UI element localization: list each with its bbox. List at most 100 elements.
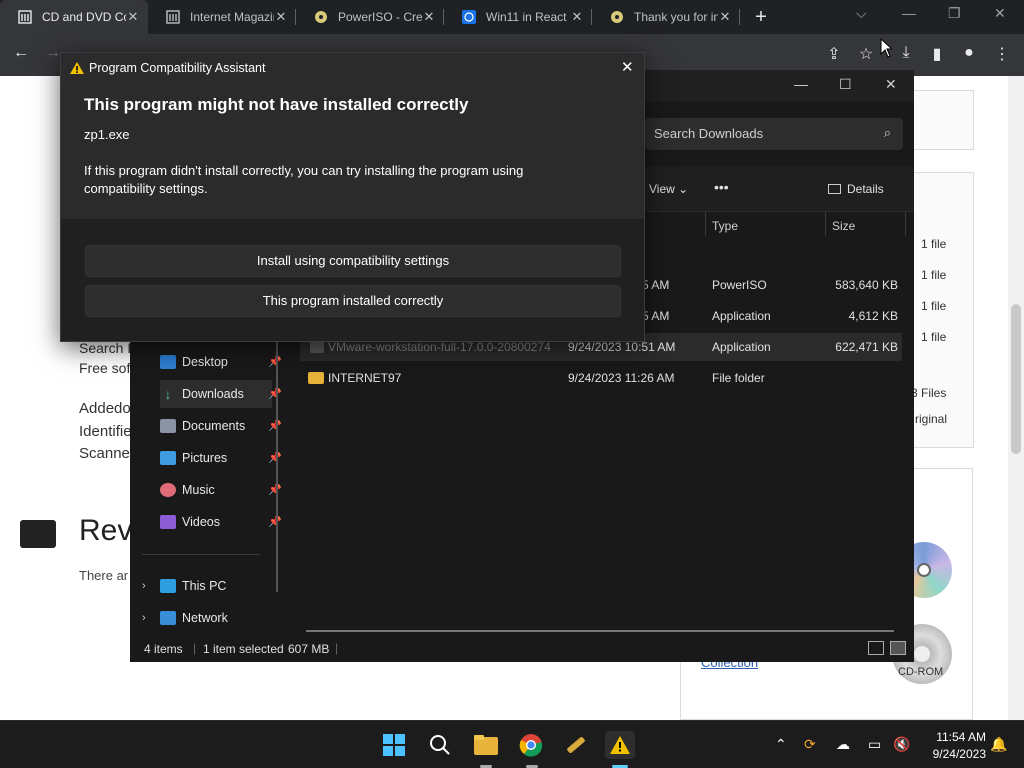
archive-icon: [166, 10, 180, 24]
nav-scrollbar[interactable]: [276, 340, 278, 592]
selected-count: 1 item selected: [203, 642, 284, 656]
tab-internet-magazine[interactable]: Internet Magazine ✕: [148, 0, 296, 34]
side-panel-icon[interactable]: ▮: [926, 44, 948, 64]
column-divider[interactable]: [825, 212, 826, 236]
nav-item-videos[interactable]: Videos📌: [160, 508, 282, 536]
nav-item-downloads[interactable]: ↓Downloads📌: [160, 380, 282, 408]
chrome-icon[interactable]: [517, 731, 545, 759]
file-date: 5 AM: [642, 278, 670, 292]
file-size: 622,471 KB: [835, 340, 898, 354]
sidebar-box: 1 file 1 file 1 file 1 file 3 Files rigi…: [911, 172, 974, 448]
file-type: Application: [712, 309, 771, 323]
clock-date[interactable]: 9/24/2023: [922, 747, 986, 761]
column-header-size[interactable]: Size: [832, 219, 855, 233]
nav-item-desktop[interactable]: Desktop📌: [160, 348, 282, 376]
install-compat-button[interactable]: Install using compatibility settings: [85, 245, 621, 277]
view-button[interactable]: View ⌄: [649, 182, 688, 196]
compatibility-dialog: Program Compatibility Assistant ✕ This p…: [60, 52, 645, 342]
page-text: Identifie: [79, 423, 132, 440]
file-count: 1 file: [921, 237, 947, 251]
videos-icon: [160, 515, 176, 529]
browser-tab-bar: CD and DVD Collection ✕ Internet Magazin…: [0, 0, 1024, 34]
program-name: zp1.exe: [84, 127, 130, 142]
download-icon[interactable]: ⤓: [895, 44, 917, 62]
chevron-up-icon[interactable]: ⌃: [775, 736, 787, 753]
mouse-cursor: [880, 37, 894, 61]
chevron-right-icon[interactable]: ›: [142, 580, 160, 592]
close-icon[interactable]: ✕: [126, 9, 140, 25]
restore-icon[interactable]: ❐: [948, 5, 961, 22]
search-placeholder: Search Downloads: [654, 126, 764, 141]
menu-icon[interactable]: ⋮: [991, 44, 1013, 64]
nav-item-documents[interactable]: Documents📌: [160, 412, 282, 440]
tab-thank-you[interactable]: Thank you for installing ✕: [592, 0, 740, 34]
installed-correctly-button[interactable]: This program installed correctly: [85, 285, 621, 317]
file-name: INTERNET97: [328, 371, 402, 385]
nav-item-pictures[interactable]: Pictures📌: [160, 444, 282, 472]
more-options-button[interactable]: •••: [714, 179, 729, 195]
profile-icon[interactable]: ●: [958, 44, 980, 62]
notification-bell-icon[interactable]: 🔔: [990, 736, 1007, 753]
warning-taskbar-icon[interactable]: [605, 731, 635, 759]
horizontal-scrollbar[interactable]: [306, 630, 894, 632]
tab-cd-dvd-collection[interactable]: CD and DVD Collection ✕: [0, 0, 148, 34]
maximize-icon[interactable]: ☐: [839, 76, 852, 93]
chevron-right-icon[interactable]: ›: [142, 612, 160, 624]
item-count: 4 items: [144, 642, 183, 656]
files-count: 3 Files: [911, 386, 947, 400]
chevron-down-icon[interactable]: ⌵: [856, 5, 867, 22]
star-icon[interactable]: ☆: [855, 44, 877, 64]
dialog-heading: This program might not have installed co…: [84, 95, 469, 114]
cdrom-label: CD-ROM: [898, 666, 944, 678]
column-header-type[interactable]: Type: [712, 219, 738, 233]
close-icon[interactable]: ✕: [621, 58, 634, 76]
nav-item-network[interactable]: › Network: [142, 604, 272, 632]
tab-title: Thank you for installing: [634, 10, 718, 24]
tab-win11-react[interactable]: Win11 in React ✕: [444, 0, 592, 34]
details-pane-icon: [828, 184, 841, 194]
new-tab-button[interactable]: +: [746, 6, 776, 29]
file-explorer-icon[interactable]: [472, 731, 500, 759]
clock-time[interactable]: 11:54 AM: [922, 730, 986, 744]
column-divider[interactable]: [905, 212, 906, 236]
minimize-icon[interactable]: —: [794, 76, 808, 92]
page-scrollbar[interactable]: [1008, 76, 1024, 720]
sync-icon[interactable]: ⟳: [804, 736, 816, 753]
back-arrow-icon[interactable]: ←: [10, 44, 32, 62]
cloud-icon[interactable]: ☁: [836, 736, 850, 753]
scrollbar-thumb[interactable]: [1011, 304, 1021, 454]
close-icon[interactable]: ✕: [885, 76, 897, 93]
page-text: Scanne: [79, 445, 130, 462]
tiles-view-icon[interactable]: [890, 641, 906, 655]
tab-title: Internet Magazine: [190, 10, 274, 24]
file-name: VMware-workstation-full-17.0.0-20800274: [328, 340, 551, 354]
music-icon: [160, 483, 176, 497]
nav-item-this-pc[interactable]: › This PC: [142, 572, 272, 600]
share-icon[interactable]: ⇪: [823, 44, 845, 64]
selected-size: 607 MB: [288, 642, 330, 656]
disc-icon: [314, 10, 328, 24]
dialog-message: If this program didn't install correctly…: [84, 163, 524, 196]
close-icon[interactable]: ✕: [718, 9, 732, 25]
start-icon[interactable]: [380, 731, 408, 759]
close-window-icon[interactable]: ✕: [994, 5, 1006, 22]
display-icon[interactable]: ▭: [868, 736, 881, 753]
app-icon[interactable]: [562, 731, 590, 759]
search-input[interactable]: Search Downloads ⌕: [645, 118, 903, 150]
details-view-icon[interactable]: [868, 641, 884, 655]
close-icon[interactable]: ✕: [274, 9, 288, 25]
dialog-body: Program Compatibility Assistant ✕ This p…: [61, 53, 644, 219]
tab-poweriso[interactable]: PowerISO - Create ✕: [296, 0, 444, 34]
taskbar: ⌃ ⟳ ☁ ▭ 🔇 11:54 AM 9/24/2023 🔔: [0, 720, 1024, 768]
pictures-icon: [160, 451, 176, 465]
close-icon[interactable]: ✕: [570, 9, 584, 25]
minimize-icon[interactable]: —: [902, 5, 916, 21]
search-icon[interactable]: [426, 731, 454, 759]
details-button[interactable]: Details: [828, 182, 884, 196]
nav-item-music[interactable]: Music📌: [160, 476, 282, 504]
volume-muted-icon[interactable]: 🔇: [893, 736, 910, 753]
close-icon[interactable]: ✕: [422, 9, 436, 25]
file-row[interactable]: INTERNET97 9/24/2023 11:26 AM File folde…: [300, 364, 902, 392]
column-divider[interactable]: [705, 212, 706, 236]
page-text: Free sof: [79, 360, 131, 376]
